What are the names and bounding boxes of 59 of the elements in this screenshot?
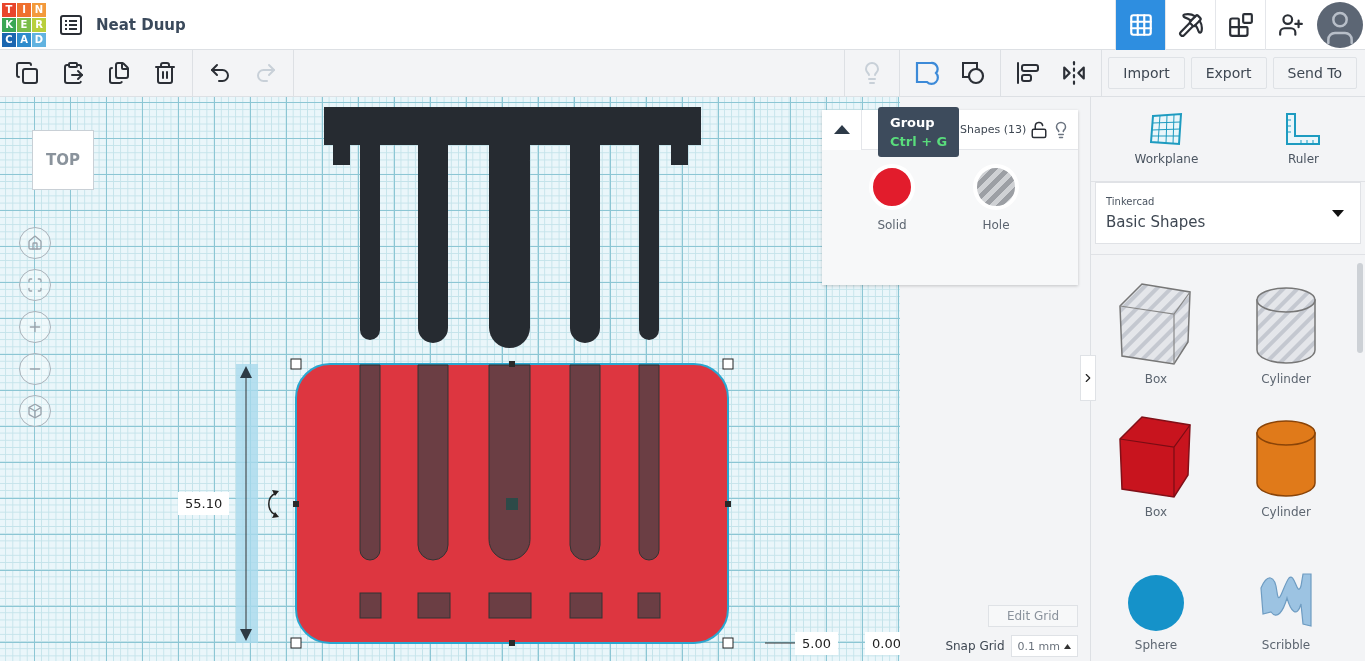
shape-item[interactable]: Box: [1091, 259, 1221, 392]
hole-box-icon: [1118, 282, 1194, 366]
offset-input[interactable]: 0.00: [865, 632, 900, 655]
shape-item[interactable]: Cylinder: [1221, 392, 1351, 525]
cylinder-icon: [1255, 419, 1317, 499]
panel-toggle[interactable]: [1080, 355, 1096, 401]
resize-handle[interactable]: [509, 361, 515, 367]
shape-category-dropdown[interactable]: Tinkercad Basic Shapes: [1095, 182, 1361, 244]
filled-circle-icon: [869, 164, 915, 210]
square-circle-icon: [960, 60, 987, 86]
view-cube[interactable]: TOP: [32, 130, 94, 190]
logo[interactable]: T I N K E R C A D: [2, 2, 46, 47]
align-icon: [1016, 61, 1041, 85]
center-handle[interactable]: [506, 498, 518, 510]
shape-item[interactable]: Box: [1091, 392, 1221, 525]
toolbar-button[interactable]: Export: [1190, 57, 1267, 89]
edit-grid-button[interactable]: Edit Grid: [988, 605, 1078, 627]
snap-grid-select[interactable]: 0.1 mm: [1010, 635, 1078, 657]
snap-grid-label: Snap Grid: [945, 639, 1005, 653]
tooltip: Group Ctrl + G: [878, 107, 960, 157]
workplane-tool[interactable]: Workplane: [1134, 112, 1199, 166]
workplane-icon: [1149, 112, 1184, 146]
collapse-button[interactable]: [822, 109, 862, 150]
toolbar-button[interactable]: Send To: [1272, 57, 1357, 89]
shape-item[interactable]: Sphere: [1091, 525, 1221, 658]
box-shape[interactable]: [295, 363, 729, 644]
caret-icon: [1332, 209, 1344, 217]
ruler-tool[interactable]: Ruler: [1285, 112, 1322, 166]
toolbar-button[interactable]: Import: [1108, 57, 1185, 89]
shape-item[interactable]: Scribble: [1221, 525, 1351, 658]
shape-item[interactable]: Cylinder: [1221, 259, 1351, 392]
box-icon: [1118, 415, 1194, 499]
resize-handle[interactable]: [509, 640, 515, 646]
hole-option[interactable]: Hole: [973, 164, 1019, 232]
resize-handle[interactable]: [290, 358, 302, 370]
striped-circle-icon: [973, 164, 1019, 210]
rotate-handle-icon[interactable]: [268, 490, 279, 518]
caret-up-icon: [1064, 643, 1071, 649]
resize-handle[interactable]: [722, 358, 734, 370]
height-input[interactable]: 55.10: [178, 492, 230, 515]
ruler-icon: [1285, 112, 1322, 146]
resize-handle[interactable]: [725, 501, 731, 507]
avatar[interactable]: [1317, 1, 1363, 48]
dimension-line: [764, 642, 796, 644]
project-title[interactable]: Neat Duup: [96, 15, 186, 34]
inspector-title: Shapes (13): [960, 123, 1028, 136]
sphere-icon: [1127, 574, 1185, 632]
comb-shape[interactable]: [324, 107, 701, 348]
resize-handle[interactable]: [722, 637, 734, 649]
scrollbar[interactable]: [1357, 263, 1363, 353]
resize-handle[interactable]: [293, 501, 299, 507]
resize-handle[interactable]: [290, 637, 302, 649]
menu-list-icon[interactable]: [60, 14, 82, 35]
offset-input[interactable]: 5.00: [795, 632, 838, 655]
hole-cylinder-icon: [1255, 286, 1317, 366]
triangle-up-icon: [833, 125, 850, 134]
group-icon: [914, 60, 941, 86]
lock-icon[interactable]: [1030, 120, 1048, 139]
mirror-icon: [1061, 60, 1088, 86]
